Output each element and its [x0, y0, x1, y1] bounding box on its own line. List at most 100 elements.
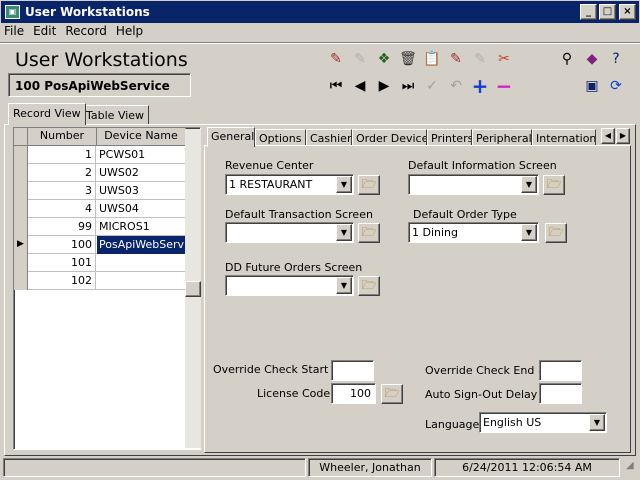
- cell-number[interactable]: 4: [28, 200, 96, 218]
- row-selector[interactable]: [14, 272, 28, 290]
- remove-icon[interactable]: −: [494, 76, 514, 96]
- tab-record-view[interactable]: Record View: [8, 103, 86, 125]
- cell-device-name[interactable]: PosApiWebService: [97, 236, 200, 254]
- cell-device-name[interactable]: [97, 254, 186, 272]
- tab-scroll-right-icon[interactable]: ▶: [616, 128, 630, 144]
- language-select[interactable]: English US ▼: [479, 412, 607, 433]
- add-icon[interactable]: +: [470, 76, 490, 96]
- cell-device-name[interactable]: UWS04: [97, 200, 186, 218]
- cell-number[interactable]: 3: [28, 182, 96, 200]
- default-order-type-select[interactable]: 1 Dining ▼: [408, 222, 539, 243]
- refresh-icon[interactable]: ⟳: [606, 76, 626, 96]
- cell-number[interactable]: 101: [28, 254, 96, 272]
- license-code-input[interactable]: 100: [331, 383, 376, 404]
- revenue-center-select[interactable]: 1 RESTAURANT ▼: [225, 174, 354, 195]
- next-record-icon[interactable]: ▶: [374, 76, 394, 96]
- maximize-button[interactable]: □: [599, 4, 616, 20]
- table-row[interactable]: ▶ 100 PosApiWebService: [14, 236, 200, 254]
- new-record-icon[interactable]: ✎: [326, 49, 346, 69]
- menu-edit[interactable]: Edit: [33, 24, 56, 38]
- default-info-screen-label: Default Information Screen: [408, 159, 557, 172]
- override-end-input[interactable]: [539, 360, 582, 381]
- revenue-center-label: Revenue Center: [225, 159, 314, 172]
- default-order-type-folder-icon[interactable]: 🗁: [545, 223, 567, 243]
- current-record-field: 100 PosApiWebService: [8, 73, 191, 97]
- tab-table-view[interactable]: Table View: [81, 105, 150, 125]
- row-selector[interactable]: [14, 218, 28, 236]
- close-button[interactable]: ×: [619, 4, 636, 20]
- table-row[interactable]: 2 UWS02: [14, 164, 186, 182]
- col-header-number[interactable]: Number: [28, 128, 97, 146]
- page-title: User Workstations: [15, 49, 188, 71]
- row-selector[interactable]: [14, 164, 28, 182]
- cell-number[interactable]: 102: [28, 272, 96, 290]
- override-end-label: Override Check End #: [425, 364, 548, 377]
- chevron-down-icon[interactable]: ▼: [521, 176, 537, 193]
- binoculars-icon[interactable]: ⚲: [557, 49, 577, 69]
- auto-signout-input[interactable]: [539, 383, 582, 404]
- cell-number[interactable]: 99: [28, 218, 96, 236]
- table-row[interactable]: 4 UWS04: [14, 200, 186, 218]
- row-selector[interactable]: [14, 254, 28, 272]
- undo-icon[interactable]: ↶: [446, 76, 466, 96]
- menu-file[interactable]: File: [4, 24, 24, 38]
- license-code-folder-icon[interactable]: 🗁: [381, 384, 403, 404]
- row-selector[interactable]: ▶: [14, 236, 28, 254]
- dd-future-select[interactable]: ▼: [225, 275, 354, 296]
- help-icon[interactable]: ?: [606, 49, 626, 69]
- table-row[interactable]: 101: [14, 254, 186, 272]
- menu-help[interactable]: Help: [116, 24, 143, 38]
- status-message: [3, 458, 306, 477]
- book-icon[interactable]: ◆: [582, 49, 602, 69]
- row-selector[interactable]: [14, 146, 28, 164]
- delete-icon[interactable]: 🗑: [398, 49, 418, 69]
- grid-scrollbar[interactable]: [185, 129, 201, 448]
- table-row[interactable]: 3 UWS03: [14, 182, 186, 200]
- default-info-screen-folder-icon[interactable]: 🗁: [543, 175, 565, 195]
- cell-number[interactable]: 1: [28, 146, 96, 164]
- last-record-icon[interactable]: ⏭: [398, 76, 418, 96]
- default-info-screen-select[interactable]: ▼: [408, 174, 539, 195]
- license-code-label: License Code: [257, 387, 331, 400]
- resize-grip-icon[interactable]: ◢: [622, 458, 638, 477]
- default-txn-screen-folder-icon[interactable]: 🗁: [358, 223, 380, 243]
- row-selector[interactable]: [14, 200, 28, 218]
- previous-record-icon[interactable]: ◀: [350, 76, 370, 96]
- chevron-down-icon[interactable]: ▼: [521, 224, 537, 241]
- edit-record-icon[interactable]: ✎: [446, 49, 466, 69]
- cell-device-name[interactable]: [97, 272, 186, 290]
- cell-number[interactable]: 100: [28, 236, 96, 254]
- cell-device-name[interactable]: UWS02: [97, 164, 186, 182]
- chevron-down-icon[interactable]: ▼: [589, 414, 605, 431]
- table-row[interactable]: 1 PCWS01: [14, 146, 186, 164]
- tool-icon[interactable]: ✂: [494, 49, 514, 69]
- cell-device-name[interactable]: PCWS01: [97, 146, 186, 164]
- tab-general[interactable]: General: [207, 127, 255, 147]
- disabled-tool-icon[interactable]: ✎: [470, 49, 490, 69]
- cell-number[interactable]: 2: [28, 164, 96, 182]
- col-header-device-name[interactable]: Device Name: [97, 128, 186, 146]
- save-icon[interactable]: ✓: [422, 76, 442, 96]
- tab-scroll-left-icon[interactable]: ◀: [601, 128, 615, 144]
- row-selector[interactable]: [14, 182, 28, 200]
- dd-future-folder-icon[interactable]: 🗁: [358, 276, 380, 296]
- monitor-icon[interactable]: ▣: [582, 76, 602, 96]
- override-start-label: Override Check Start #: [213, 363, 342, 376]
- copy-record-icon[interactable]: ❖: [374, 49, 394, 69]
- chevron-down-icon[interactable]: ▼: [336, 224, 352, 241]
- table-row[interactable]: 102: [14, 272, 186, 290]
- minimize-button[interactable]: _: [580, 4, 597, 20]
- first-record-icon[interactable]: ⏮: [326, 76, 346, 96]
- chevron-down-icon[interactable]: ▼: [336, 277, 352, 294]
- table-row[interactable]: 99 MICROS1: [14, 218, 186, 236]
- clipboard-icon[interactable]: 📋: [422, 49, 442, 69]
- override-start-input[interactable]: [331, 360, 374, 381]
- menu-record[interactable]: Record: [65, 24, 106, 38]
- chevron-down-icon[interactable]: ▼: [336, 176, 352, 193]
- scrollbar-thumb[interactable]: [185, 281, 201, 297]
- default-txn-screen-select[interactable]: ▼: [225, 222, 354, 243]
- cell-device-name[interactable]: UWS03: [97, 182, 186, 200]
- revenue-center-folder-icon[interactable]: 🗁: [358, 175, 380, 195]
- cell-device-name[interactable]: MICROS1: [97, 218, 186, 236]
- insert-icon[interactable]: ✎: [350, 49, 370, 69]
